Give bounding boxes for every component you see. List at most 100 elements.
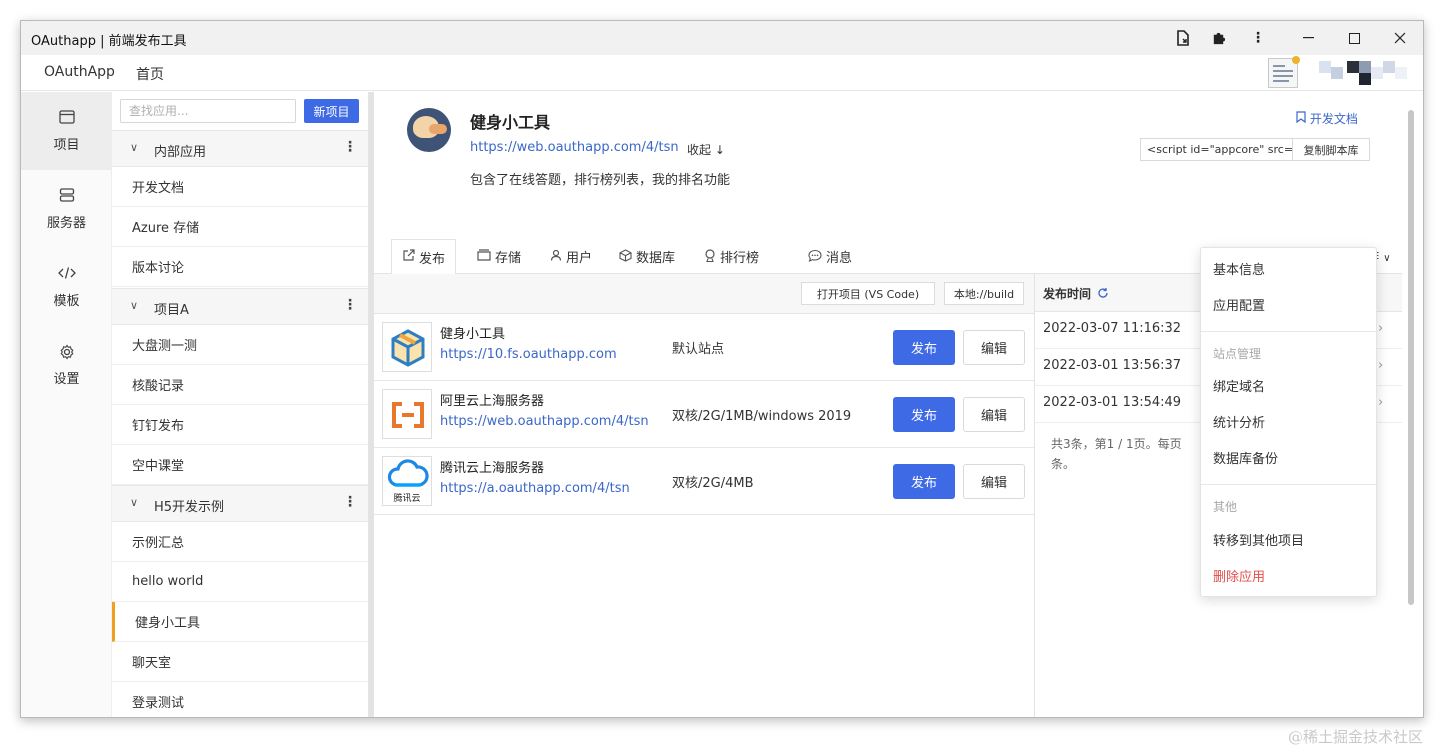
nav-settings-label: 设置 — [53, 371, 80, 387]
copy-script-button[interactable]: 复制脚本库 — [1292, 138, 1370, 161]
nav-templates-label: 模板 — [53, 293, 80, 309]
group-header[interactable]: ∨ 内部应用 ⋮ — [112, 130, 368, 167]
folder-icon — [477, 249, 491, 264]
menu-item-app-config[interactable]: 应用配置 — [1213, 295, 1265, 314]
tab-label: 数据库 — [636, 251, 676, 266]
project-item[interactable]: 空中课堂 — [112, 445, 368, 485]
site-name: 阿里云上海服务器 — [440, 394, 545, 409]
user-avatar[interactable] — [1268, 56, 1300, 88]
menu-home-link[interactable]: 首页 — [136, 64, 164, 84]
project-item[interactable]: hello world — [112, 562, 368, 602]
site-row: 腾讯云 腾讯云上海服务器 https://a.oauthapp.com/4/ts… — [374, 448, 1034, 515]
nav-servers[interactable]: 服务器 — [21, 170, 112, 248]
group-label: 内部应用 — [154, 145, 207, 160]
scrollbar[interactable] — [1402, 92, 1423, 717]
project-item[interactable]: 钉钉发布 — [112, 405, 368, 445]
script-snippet-field[interactable]: <script id="appcore" src= — [1140, 138, 1293, 161]
more-vertical-icon[interactable]: ⋮ — [343, 494, 357, 510]
pagination-text: 共3条，第1 / 1页。每页 条。 — [1051, 437, 1182, 471]
project-item[interactable]: 开发文档 — [112, 167, 368, 207]
trophy-icon — [704, 248, 716, 265]
tab-users[interactable]: 用户 — [550, 239, 592, 274]
maximize-button[interactable] — [1331, 21, 1377, 55]
icon-nav: 项目 服务器 模板 设置 — [21, 92, 112, 717]
group-header[interactable]: ∨ 项目A ⋮ — [112, 288, 368, 325]
site-url-link[interactable]: https://a.oauthapp.com/4/tsn — [440, 481, 630, 496]
site-spec: 默认站点 — [672, 342, 725, 357]
menu-item-delete-app[interactable]: 删除应用 — [1213, 566, 1265, 585]
more-vertical-icon[interactable]: ⋮ — [1248, 28, 1268, 48]
chevron-down-icon: ∨ — [1383, 253, 1391, 264]
app-url-link[interactable]: https://web.oauthapp.com/4/tsn — [470, 140, 679, 155]
collapse-link[interactable]: 收起 ↓ — [687, 141, 725, 158]
chevron-down-icon: ∨ — [130, 141, 139, 154]
new-project-button[interactable]: 新项目 — [304, 99, 359, 123]
extensions-icon[interactable] — [1208, 28, 1228, 48]
project-item[interactable]: Azure 存储 — [112, 207, 368, 247]
nav-settings[interactable]: 设置 — [21, 326, 112, 404]
open-file-icon[interactable] — [1173, 28, 1193, 48]
app-logo — [407, 108, 451, 152]
site-spec: 双核/2G/4MB — [672, 476, 754, 491]
project-item[interactable]: 核酸记录 — [112, 365, 368, 405]
site-toolbar: 打开项目 (VS Code) 本地://build — [374, 274, 1034, 314]
chevron-down-icon: ∨ — [130, 496, 139, 509]
site-url-link[interactable]: https://10.fs.oauthapp.com — [440, 347, 617, 362]
site-name: 腾讯云上海服务器 — [440, 461, 545, 476]
group-header[interactable]: ∨ H5开发示例 ⋮ — [112, 485, 368, 522]
project-item-selected[interactable]: 健身小工具 — [112, 602, 368, 642]
dev-docs-link[interactable]: 开发文档 — [1296, 110, 1358, 127]
menu-item-transfer[interactable]: 转移到其他项目 — [1213, 530, 1304, 549]
project-item[interactable]: 示例汇总 — [112, 522, 368, 562]
edit-button[interactable]: 编辑 — [963, 397, 1025, 432]
operations-dropdown: 基本信息 应用配置 站点管理 绑定域名 统计分析 数据库备份 其他 转移到其他项… — [1200, 247, 1378, 597]
tab-publish[interactable]: 发布 — [391, 239, 457, 275]
window-icon — [58, 109, 75, 126]
publish-button[interactable]: 发布 — [893, 464, 955, 499]
cube-icon — [619, 248, 632, 265]
open-vscode-button[interactable]: 打开项目 (VS Code) — [801, 282, 935, 305]
menu-app-name[interactable]: OAuthApp — [44, 64, 115, 80]
tab-label: 用户 — [566, 251, 593, 266]
edit-button[interactable]: 编辑 — [963, 464, 1025, 499]
title-bar: OAuthapp | 前端发布工具 ⋮ — [21, 21, 1423, 55]
history-title: 发布时间 — [1043, 285, 1109, 302]
nav-templates[interactable]: 模板 — [21, 248, 112, 326]
history-title-text: 发布时间 — [1043, 287, 1092, 301]
menu-divider — [1201, 331, 1378, 332]
menu-item-db-backup[interactable]: 数据库备份 — [1213, 448, 1278, 467]
nav-servers-label: 服务器 — [46, 215, 86, 231]
publish-button[interactable]: 发布 — [893, 397, 955, 432]
more-vertical-icon[interactable]: ⋮ — [343, 297, 357, 313]
nav-projects[interactable]: 项目 — [21, 92, 112, 170]
menu-item-bind-domain[interactable]: 绑定域名 — [1213, 376, 1265, 395]
menu-item-analytics[interactable]: 统计分析 — [1213, 412, 1265, 431]
close-button[interactable] — [1377, 21, 1423, 55]
project-item[interactable]: 登录测试 — [112, 682, 368, 717]
refresh-icon[interactable] — [1097, 287, 1109, 299]
local-build-button[interactable]: 本地://build — [944, 282, 1024, 305]
project-item[interactable]: 大盘测一测 — [112, 325, 368, 365]
search-input[interactable] — [120, 99, 296, 123]
tab-leaderboard[interactable]: 排行榜 — [704, 239, 759, 274]
user-name-mosaic — [1311, 59, 1407, 87]
site-row: 阿里云上海服务器 https://web.oauthapp.com/4/tsn … — [374, 381, 1034, 448]
minimize-button[interactable] — [1285, 21, 1331, 55]
menu-section-site: 站点管理 — [1213, 347, 1262, 361]
chevron-right-icon: › — [1378, 358, 1384, 373]
chevron-right-icon: › — [1378, 395, 1384, 410]
site-url-link[interactable]: https://web.oauthapp.com/4/tsn — [440, 414, 649, 429]
message-icon — [808, 249, 822, 265]
project-item[interactable]: 版本讨论 — [112, 247, 368, 287]
tab-label: 存储 — [495, 251, 522, 266]
tab-messages[interactable]: 消息 — [808, 239, 852, 274]
tab-database[interactable]: 数据库 — [619, 239, 675, 274]
publish-button[interactable]: 发布 — [893, 330, 955, 365]
project-item[interactable]: 聊天室 — [112, 642, 368, 682]
watermark: @稀土掘金技术社区 — [1288, 728, 1424, 746]
tab-storage[interactable]: 存储 — [477, 239, 521, 274]
edit-button[interactable]: 编辑 — [963, 330, 1025, 365]
menu-item-basic-info[interactable]: 基本信息 — [1213, 259, 1265, 278]
more-vertical-icon[interactable]: ⋮ — [343, 139, 357, 155]
bookmark-icon — [1296, 111, 1306, 124]
